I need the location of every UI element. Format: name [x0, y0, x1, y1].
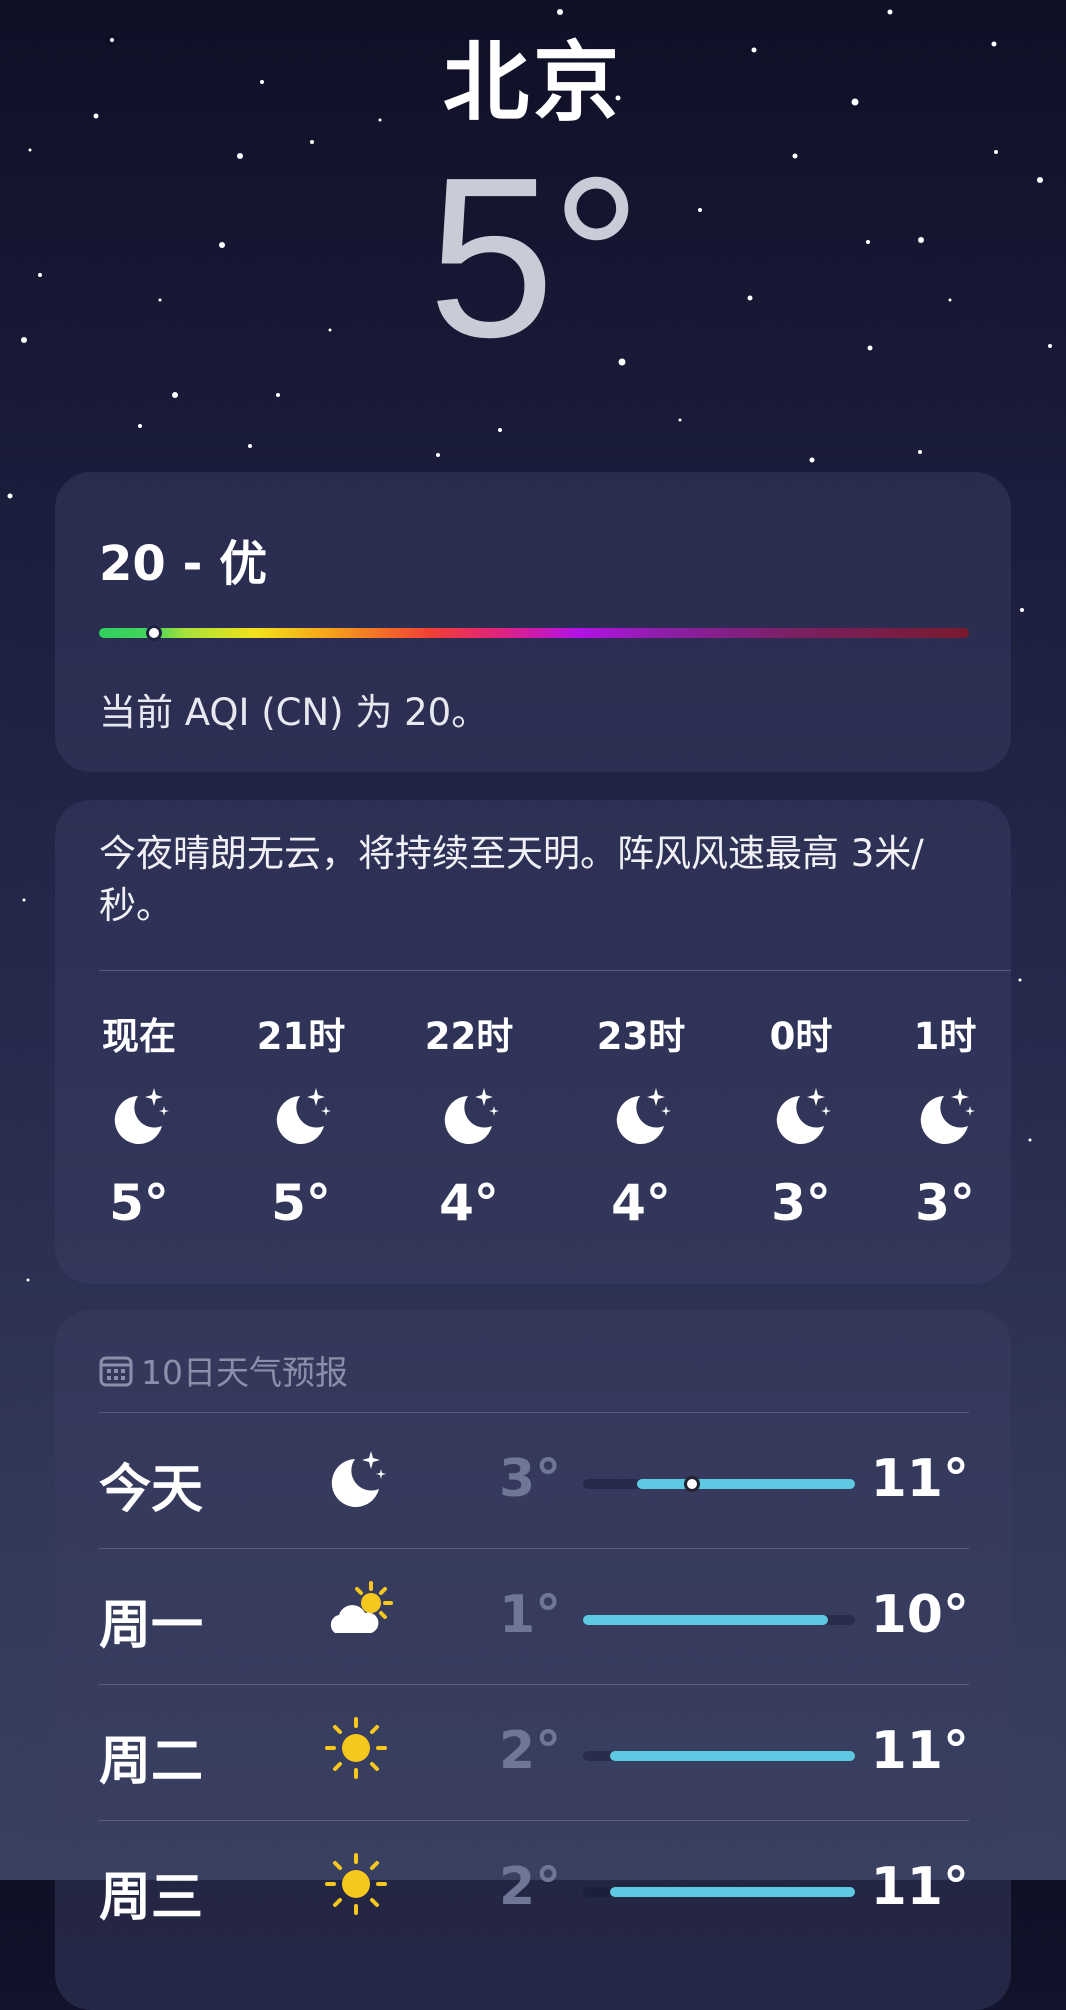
moon-stars-icon [241, 1082, 361, 1152]
aqi-indicator [145, 625, 162, 641]
forecast-title: 10日天气预报 [141, 1353, 348, 1392]
forecast-high: 11° [870, 1721, 969, 1781]
forecast-row[interactable]: 今天 3° 11° [99, 1412, 969, 1549]
divider [99, 970, 1011, 971]
hour-item: 21时 5° [241, 1006, 361, 1232]
forecast-low: 2° [499, 1857, 562, 1917]
moon-stars-icon [79, 1082, 199, 1152]
hourly-forecast-card[interactable]: 今夜晴朗无云，将持续至天明。阵风风速最高 3米/秒。 现在 5° 21时 5° … [55, 800, 1011, 1284]
temperature-range-fill [583, 1615, 828, 1625]
city-name: 北京 [443, 33, 623, 133]
forecast-header: 10日天气预报 [99, 1346, 348, 1395]
aqi-title: 20 - 优 [99, 536, 268, 592]
forecast-high: 10° [870, 1585, 969, 1645]
temperature-range-bar [583, 1476, 855, 1492]
hour-time: 21时 [256, 1015, 346, 1058]
forecast-high: 11° [870, 1449, 969, 1509]
air-quality-card[interactable]: 20 - 优 当前 AQI (CN) 为 20。 [55, 472, 1011, 772]
hour-temperature: 3° [771, 1174, 831, 1232]
moon-stars-icon [321, 1441, 391, 1515]
hour-temperature: 3° [915, 1174, 975, 1232]
forecast-low: 3° [499, 1449, 562, 1509]
forecast-day: 周一 [99, 1596, 204, 1656]
temperature-range-fill [610, 1751, 855, 1761]
temperature-range-bar [583, 1887, 855, 1897]
hour-temperature: 4° [439, 1174, 499, 1232]
forecast-high: 11° [870, 1857, 969, 1917]
hour-time: 22时 [424, 1015, 514, 1058]
forecast-day: 周二 [99, 1732, 204, 1792]
aqi-description: 当前 AQI (CN) 为 20。 [99, 691, 489, 734]
forecast-day: 今天 [99, 1460, 204, 1520]
location-header: 北京 5° [0, 40, 1066, 372]
weather-summary: 今夜晴朗无云，将持续至天明。阵风风速最高 3米/秒。 [99, 832, 924, 927]
hour-item: 1时 3° [885, 1006, 1005, 1232]
hour-item: 23时 4° [581, 1006, 701, 1232]
forecast-row[interactable]: 周二 2° 11° [99, 1684, 969, 1821]
hour-item: 现在 5° [79, 1006, 199, 1232]
hour-time: 1时 [913, 1015, 977, 1058]
temperature-range-bar [583, 1615, 855, 1625]
hour-time: 23时 [596, 1015, 686, 1058]
hour-temperature: 4° [611, 1174, 671, 1232]
forecast-day: 周三 [99, 1868, 204, 1928]
temperature-range-fill [637, 1479, 855, 1489]
temperature-range-bar [583, 1751, 855, 1761]
hour-item: 22时 4° [409, 1006, 529, 1232]
partly-cloudy-sun-icon [321, 1577, 405, 1651]
sun-icon [321, 1713, 391, 1787]
moon-stars-icon [741, 1082, 861, 1152]
temperature-range-fill [610, 1887, 855, 1897]
forecast-low: 1° [499, 1585, 562, 1645]
aqi-scale-bar [99, 628, 969, 638]
hour-temperature: 5° [271, 1174, 331, 1232]
current-temperature: 5° [428, 131, 642, 385]
hour-time: 0时 [769, 1015, 833, 1058]
calendar-icon [99, 1355, 133, 1395]
forecast-row[interactable]: 周三 2° 11° [99, 1820, 969, 1957]
hour-item: 0时 3° [741, 1006, 861, 1232]
sun-icon [321, 1849, 391, 1923]
hour-time: 现在 [102, 1015, 176, 1058]
forecast-row[interactable]: 周一 1° 10° [99, 1548, 969, 1685]
moon-stars-icon [885, 1082, 1005, 1152]
moon-stars-icon [581, 1082, 701, 1152]
ten-day-forecast-card[interactable]: 10日天气预报 今天 3° 11° 周一 1° 10° 周二 2° 11° 周三… [55, 1310, 1011, 2010]
moon-stars-icon [409, 1082, 529, 1152]
forecast-low: 2° [499, 1721, 562, 1781]
hour-temperature: 5° [109, 1174, 169, 1232]
current-temperature-marker [683, 1476, 700, 1492]
